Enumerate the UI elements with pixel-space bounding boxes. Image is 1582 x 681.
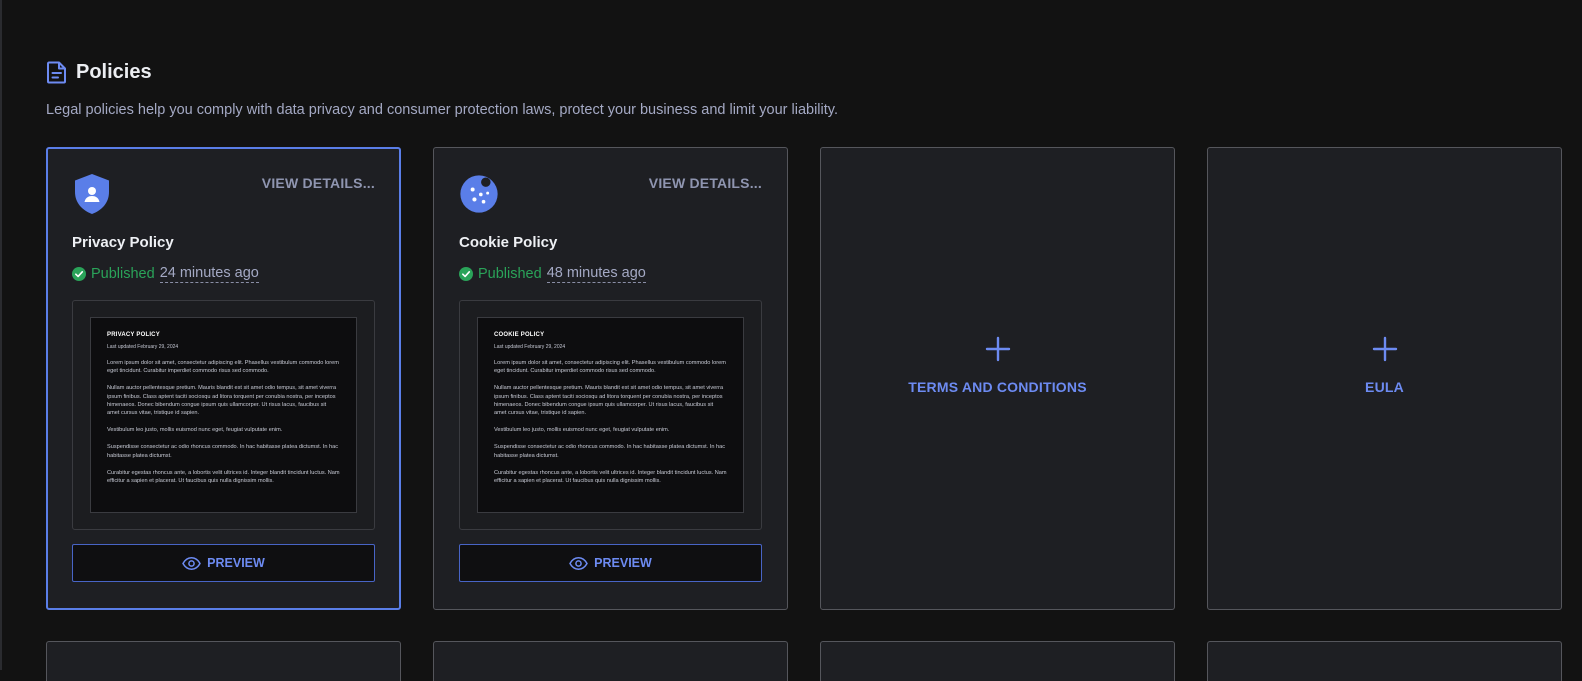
view-details-link[interactable]: VIEW DETAILS... — [262, 175, 375, 191]
policy-card[interactable] — [433, 641, 788, 681]
card-title: Cookie Policy — [459, 234, 558, 251]
shield-user-icon — [75, 174, 109, 214]
check-circle-icon — [459, 267, 473, 281]
policies-section: Policies Legal policies help you comply … — [46, 58, 1566, 681]
updated-time[interactable]: 24 minutes ago — [159, 265, 259, 283]
doc-paragraph: Lorem ipsum dolor sit amet, consectetur … — [494, 360, 726, 375]
status-row: Published 48 minutes ago — [459, 265, 646, 283]
eye-icon — [182, 556, 202, 570]
status-badge: Published — [478, 266, 542, 282]
updated-time[interactable]: 48 minutes ago — [546, 265, 646, 283]
cookie-icon — [460, 175, 498, 213]
add-card-label: TERMS AND CONDITIONS — [908, 379, 1087, 395]
doc-paragraph: Nullam auctor pellentesque pretium. Maur… — [494, 385, 724, 417]
doc-title: COOKIE POLICY — [494, 332, 545, 338]
add-card-label: EULA — [1365, 379, 1404, 395]
doc-paragraph: Lorem ipsum dolor sit amet, consectetur … — [107, 360, 339, 375]
page-title: Policies — [76, 60, 152, 83]
check-circle-icon — [72, 267, 86, 281]
document-preview: COOKIE POLICY Last updated February 29, … — [477, 317, 744, 513]
preview-button[interactable]: PREVIEW — [72, 544, 375, 582]
doc-title: PRIVACY POLICY — [107, 332, 160, 338]
document-thumbnail: COOKIE POLICY Last updated February 29, … — [459, 300, 762, 530]
plus-icon — [1372, 336, 1397, 362]
plus-icon — [985, 336, 1010, 362]
doc-date: Last updated February 29, 2024 — [107, 344, 179, 350]
card-title: Privacy Policy — [72, 234, 174, 251]
doc-paragraph: Suspendisse consectetur ac odio rhoncus … — [107, 444, 339, 459]
policy-cards: VIEW DETAILS... Privacy Policy Published… — [46, 147, 1562, 610]
view-details-link[interactable]: VIEW DETAILS... — [649, 175, 762, 191]
policy-card-cookie[interactable]: VIEW DETAILS... Cookie Policy Published … — [433, 147, 788, 610]
policy-card-privacy[interactable]: VIEW DETAILS... Privacy Policy Published… — [46, 147, 401, 610]
document-icon — [47, 61, 66, 84]
add-eula-card[interactable]: EULA — [1207, 147, 1562, 610]
doc-paragraph: Nullam auctor pellentesque pretium. Maur… — [107, 385, 337, 417]
page-header: Policies — [46, 58, 1566, 86]
preview-button-label: PREVIEW — [594, 556, 652, 570]
preview-button-label: PREVIEW — [207, 556, 265, 570]
status-badge: Published — [91, 266, 155, 282]
doc-paragraph: Suspendisse consectetur ac odio rhoncus … — [494, 444, 726, 459]
page-subtitle: Legal policies help you comply with data… — [46, 102, 838, 118]
policy-card[interactable] — [1207, 641, 1562, 681]
preview-button[interactable]: PREVIEW — [459, 544, 762, 582]
doc-paragraph: Curabitur egestas rhoncus ante, a lobort… — [107, 469, 340, 485]
policy-cards-row-2 — [46, 641, 1562, 681]
doc-paragraph: Vestibulum leo justo, mollis euismod nun… — [107, 427, 283, 434]
status-row: Published 24 minutes ago — [72, 265, 259, 283]
add-terms-and-conditions-card[interactable]: TERMS AND CONDITIONS — [820, 147, 1175, 610]
doc-paragraph: Vestibulum leo justo, mollis euismod nun… — [494, 427, 670, 434]
policy-card[interactable] — [46, 641, 401, 681]
policy-card[interactable] — [820, 641, 1175, 681]
document-preview: PRIVACY POLICY Last updated February 29,… — [90, 317, 357, 513]
doc-paragraph: Curabitur egestas rhoncus ante, a lobort… — [494, 469, 727, 485]
doc-date: Last updated February 29, 2024 — [494, 344, 566, 350]
eye-icon — [569, 556, 589, 570]
document-thumbnail: PRIVACY POLICY Last updated February 29,… — [72, 300, 375, 530]
left-border — [0, 0, 2, 670]
